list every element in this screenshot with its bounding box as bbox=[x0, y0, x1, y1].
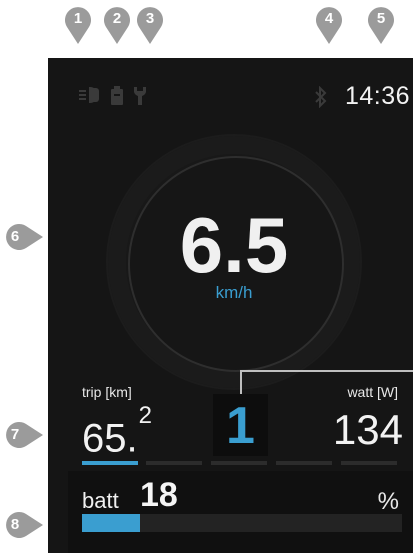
light-icon bbox=[78, 86, 102, 106]
trip-label: trip [km] bbox=[82, 384, 132, 400]
callout-marker-6: 6 bbox=[4, 222, 44, 252]
trip-value-decimal: 2 bbox=[138, 402, 152, 429]
level-segment-3 bbox=[211, 461, 267, 465]
level-segment-5 bbox=[341, 461, 397, 465]
speed-unit: km/h bbox=[215, 283, 253, 302]
callout-marker-2: 2 bbox=[102, 5, 132, 45]
trip-value-integer: 65. bbox=[82, 416, 138, 461]
callout-marker-4: 4 bbox=[314, 5, 344, 45]
battery-label: batt bbox=[82, 488, 119, 513]
callout-marker-8: 8 bbox=[4, 510, 44, 540]
wrench-icon bbox=[132, 86, 148, 106]
level-segment-2 bbox=[146, 461, 202, 465]
battery-panel bbox=[68, 471, 413, 553]
battery-value: 18 bbox=[140, 476, 178, 514]
speed-value: 6.5 bbox=[179, 201, 289, 289]
clock-time: 14:36 bbox=[345, 82, 411, 110]
callout-marker-5: 5 bbox=[366, 5, 396, 45]
display-screen: 14:36 6.5 km/h trip [km] 65.2 1 watt [W]… bbox=[48, 58, 413, 553]
level-segment-4 bbox=[276, 461, 332, 465]
battery-bar-track bbox=[82, 514, 402, 532]
battery-unit: % bbox=[377, 488, 399, 515]
callout-marker-3: 3 bbox=[135, 5, 165, 45]
battery-bar-fill bbox=[82, 514, 140, 532]
trip-value: 65.2 bbox=[82, 402, 152, 462]
status-icons bbox=[78, 86, 148, 106]
power-value: 134 bbox=[332, 406, 403, 453]
bluetooth-icon bbox=[314, 85, 328, 113]
callout-marker-7: 7 bbox=[4, 420, 44, 450]
power-label: watt [W] bbox=[347, 384, 398, 400]
battery-icon bbox=[110, 86, 124, 106]
level-segment-1 bbox=[82, 461, 138, 465]
assist-level-value: 1 bbox=[226, 397, 255, 455]
callout-marker-1: 1 bbox=[63, 5, 93, 45]
